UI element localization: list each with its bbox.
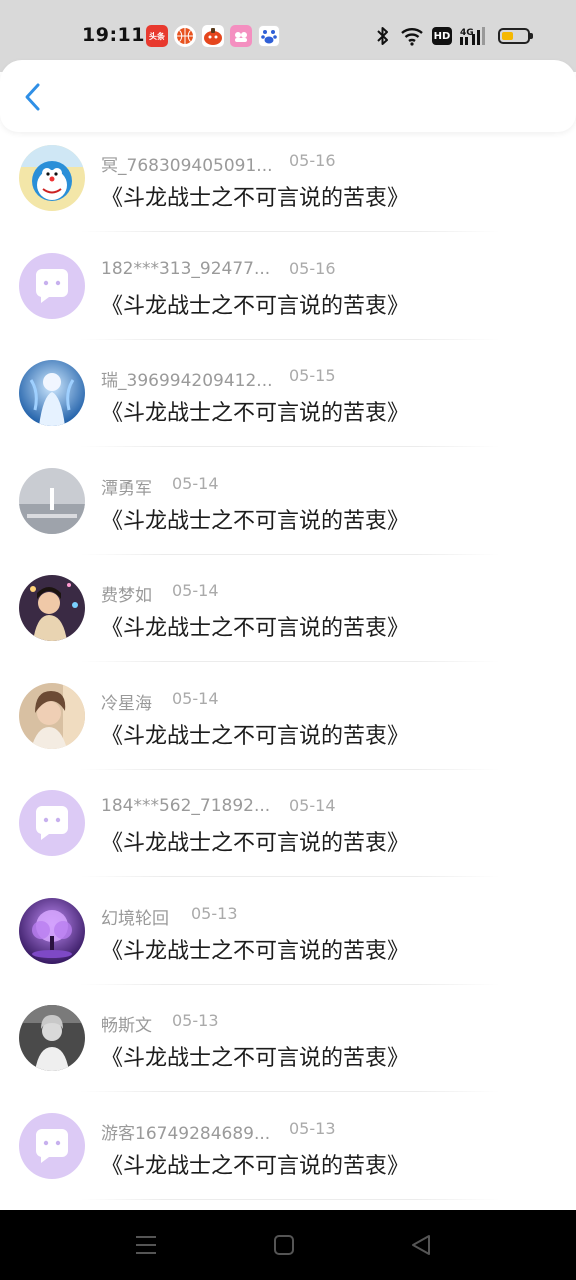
battery-icon [494,24,533,48]
book-title: 《斗龙战士之不可言说的苦衷》 [101,186,410,211]
menu-icon [136,1236,156,1254]
avatar[interactable] [19,575,85,641]
item-date: 05-14 [289,796,336,815]
book-title: 《斗龙战士之不可言说的苦衷》 [101,1046,410,1071]
item-meta: 184***562_71892... 05-14 [101,796,336,816]
divider [80,1198,500,1200]
username: 182***313_92477... [101,258,271,279]
divider [80,553,500,555]
toutiao-app-icon: 头条 [146,25,168,47]
list-item[interactable]: 畅斯文 05-13 《斗龙战士之不可言说的苦衷》 [0,998,576,1106]
hd-icon: HD [432,24,452,48]
divider [80,446,500,447]
username: 幻境轮回 [101,908,169,929]
triangle-back-icon [412,1235,430,1255]
list-item[interactable]: 潭勇军 05-14 《斗龙战士之不可言说的苦衷》 [0,461,576,569]
reading-history-list: 冥_768309405091... 05-16 《斗龙战士之不可言说的苦衷》 182… [0,138,576,1213]
item-date: 05-15 [289,366,336,385]
back-nav-button[interactable] [408,1232,434,1258]
header [0,60,576,132]
item-date: 05-14 [172,473,219,493]
username: 184***562_71892... [101,796,271,816]
item-date: 05-14 [172,581,219,600]
bluetooth-icon [374,24,392,48]
item-meta: 费梦如 05-14 [101,581,219,606]
chevron-left-icon [25,83,40,111]
item-meta: 冷星海 05-14 [101,689,219,714]
signal-4g-icon: 4G [460,24,486,48]
taobao-app-icon [202,25,224,47]
divider [80,338,500,340]
home-nav-button[interactable] [271,1232,297,1258]
avatar[interactable] [19,682,85,749]
divider [80,983,500,985]
avatar[interactable] [19,467,85,534]
item-date: 05-16 [289,151,336,170]
avatar[interactable] [19,252,85,319]
item-meta: 游客16749284689... 05-13 [101,1119,336,1144]
avatar[interactable] [19,360,85,426]
username: 瑞_396994209412... [101,371,273,391]
list-item[interactable]: 冥_768309405091... 05-16 《斗龙战士之不可言说的苦衷》 [0,138,576,246]
list-item[interactable]: 冷星海 05-14 《斗龙战士之不可言说的苦衷》 [0,676,576,784]
username: 游客16749284689... [101,1123,271,1144]
home-square-icon [274,1235,294,1255]
book-title: 《斗龙战士之不可言说的苦衷》 [101,938,410,964]
item-meta: 182***313_92477... 05-16 [101,259,336,279]
item-date: 05-14 [172,688,219,708]
divider [80,1091,500,1092]
username: 冥_768309405091... [101,156,273,176]
book-title: 《斗龙战士之不可言说的苦衷》 [101,616,410,641]
menu-nav-button[interactable] [133,1232,159,1258]
battery-level [502,32,513,40]
avatar[interactable] [19,1005,85,1071]
item-meta: 畅斯文 05-13 [101,1011,219,1036]
item-date: 05-16 [289,258,336,278]
book-title: 《斗龙战士之不可言说的苦衷》 [101,401,410,426]
avatar[interactable] [19,145,85,211]
divider [80,661,500,662]
item-meta: 潭勇军 05-14 [101,474,219,499]
avatar[interactable] [19,897,85,964]
divider [80,876,500,877]
svg-text:4G: 4G [460,28,474,38]
avatar[interactable] [19,1112,85,1179]
item-meta: 幻境轮回 05-13 [101,904,238,929]
list-item[interactable]: 182***313_92477... 05-16 《斗龙战士之不可言说的苦衷》 [0,246,576,354]
username: 冷星海 [101,693,152,714]
item-date: 05-13 [191,903,238,923]
item-meta: 冥_768309405091... 05-16 [101,151,336,176]
item-meta: 瑞_396994209412... 05-15 [101,366,336,391]
item-date: 05-13 [289,1118,336,1138]
username: 费梦如 [101,586,152,606]
pink-app-icon [230,25,252,47]
wifi-icon [400,24,424,48]
username: 畅斯文 [101,1016,152,1036]
status-time: 19:11 [82,24,145,46]
book-title: 《斗龙战士之不可言说的苦衷》 [101,508,410,534]
back-button[interactable] [16,80,50,114]
book-title: 《斗龙战士之不可言说的苦衷》 [101,831,410,856]
system-nav-bar [0,1210,576,1280]
avatar[interactable] [19,790,85,856]
list-item[interactable]: 瑞_396994209412... 05-15 《斗龙战士之不可言说的苦衷》 [0,353,576,461]
system-icons: HD 4G [374,24,533,48]
list-item[interactable]: 游客16749284689... 05-13 《斗龙战士之不可言说的苦衷》 [0,1106,576,1214]
book-title: 《斗龙战士之不可言说的苦衷》 [101,723,410,749]
list-item[interactable]: 幻境轮回 05-13 《斗龙战士之不可言说的苦衷》 [0,891,576,999]
divider [80,231,500,232]
divider [80,768,500,770]
baidu-app-icon [258,25,280,47]
basketball-app-icon [174,25,196,47]
notification-icons: 头条 [146,25,280,47]
list-item[interactable]: 费梦如 05-14 《斗龙战士之不可言说的苦衷》 [0,568,576,676]
item-date: 05-13 [172,1011,219,1030]
book-title: 《斗龙战士之不可言说的苦衷》 [101,293,410,319]
book-title: 《斗龙战士之不可言说的苦衷》 [101,1153,410,1179]
username: 潭勇军 [101,478,152,499]
list-item[interactable]: 184***562_71892... 05-14 《斗龙战士之不可言说的苦衷》 [0,783,576,891]
